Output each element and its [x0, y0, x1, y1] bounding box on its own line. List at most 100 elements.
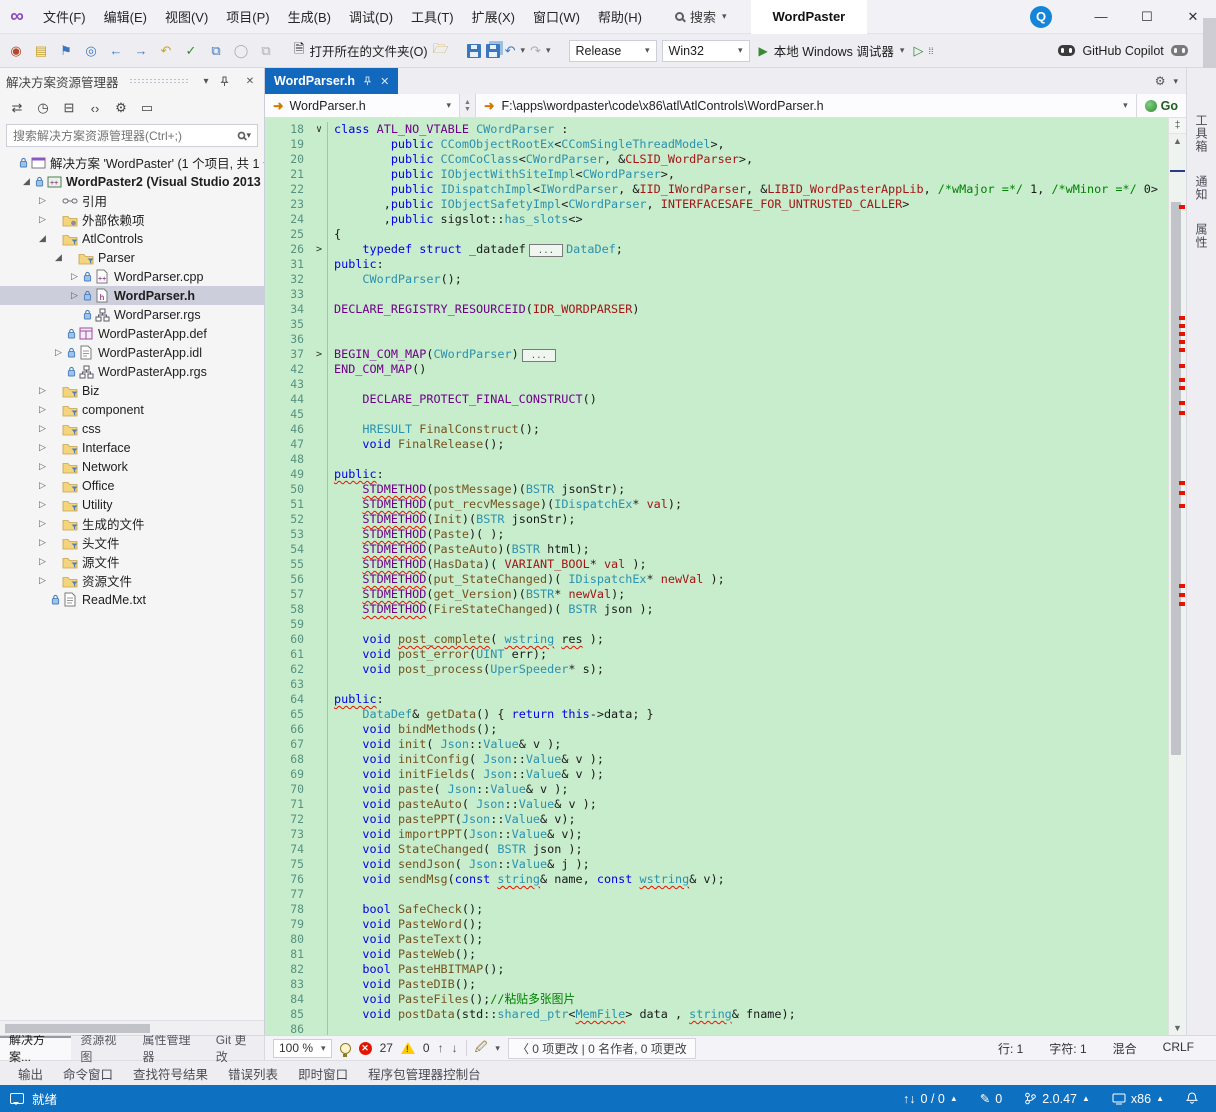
collapsed-arrow-icon[interactable]: ▷ [36, 480, 49, 491]
scrollbar-thumb[interactable] [1171, 202, 1181, 755]
platform-indicator[interactable]: x86 ▲ [1112, 1092, 1164, 1106]
redo-icon[interactable]: ↷ [530, 40, 541, 62]
properties-icon[interactable]: ⚙ [112, 100, 130, 116]
switch-views-icon[interactable]: ⇄ [8, 100, 26, 116]
code-editor[interactable]: 18∨class ATL_NO_VTABLE CWordParser :19 p… [265, 118, 1168, 1035]
code-cleanup-icon[interactable]: 🖉 [475, 1038, 488, 1059]
pin-icon[interactable] [363, 76, 372, 86]
nav-position-indicator[interactable]: ↑↓ 0 / 0 ▲ [903, 1092, 958, 1106]
error-mark[interactable] [1179, 602, 1185, 606]
menu-item-9[interactable]: 帮助(H) [589, 0, 651, 34]
disabled-pages-icon[interactable]: ⧉ [256, 40, 276, 62]
solution-platform-select[interactable]: Win32▾ [662, 40, 750, 62]
open-containing-folder-button[interactable]: 打开所在的文件夹(O) [309, 41, 427, 60]
panel-tab-3[interactable]: Git 更改 [207, 1036, 264, 1060]
error-mark[interactable] [1179, 491, 1185, 495]
tree-item-wordpaster2-visual-studio-2013-[interactable]: ◢++WordPaster2 (Visual Studio 2013 - [0, 172, 264, 191]
split-editor-handle[interactable]: ‡ [1169, 118, 1186, 134]
collapsed-arrow-icon[interactable]: ▷ [36, 499, 49, 510]
feedback-icon[interactable] [10, 1093, 24, 1104]
menu-item-0[interactable]: 文件(F) [34, 0, 95, 34]
scrollbar-thumb[interactable] [5, 1024, 150, 1033]
menu-item-5[interactable]: 调试(D) [340, 0, 402, 34]
menu-item-7[interactable]: 扩展(X) [463, 0, 524, 34]
solution-search-box[interactable]: ▾ [6, 124, 258, 147]
collapsed-region[interactable]: ... [522, 349, 556, 362]
tree-item--[interactable]: ▷生成的文件 [0, 514, 264, 533]
tree-item-wordparser.rgs[interactable]: WordParser.rgs [0, 305, 264, 324]
copy-document-icon[interactable]: ⧉ [206, 40, 226, 62]
collapsed-arrow-icon[interactable]: ▷ [68, 290, 81, 301]
fold-marker-icon[interactable]: ∨ [311, 122, 328, 137]
navigate-backward-icon[interactable]: ← [106, 40, 126, 62]
tree-item-readme.txt[interactable]: ReadMe.txt [0, 590, 264, 609]
close-tab-icon[interactable]: ✕ [380, 75, 389, 88]
tree-item-office[interactable]: ▷Office [0, 476, 264, 495]
notifications-button[interactable] [1186, 1092, 1198, 1105]
eol-indicator[interactable]: CRLF [1163, 1040, 1194, 1057]
tree-item-wordpasterapp.rgs[interactable]: WordPasterApp.rgs [0, 362, 264, 381]
find-in-files-icon[interactable]: ⚑ [56, 40, 76, 62]
tree-item-atlcontrols[interactable]: ◢AtlControls [0, 229, 264, 248]
bottom-tab-4[interactable]: 即时窗口 [290, 1060, 356, 1087]
pin-icon[interactable] [220, 76, 236, 87]
collapsed-arrow-icon[interactable]: ▷ [36, 385, 49, 396]
document-outline-icon[interactable]: ⚙ [1155, 74, 1166, 88]
char-indicator[interactable]: 字符: 1 [1049, 1040, 1086, 1057]
rail-tab-1[interactable]: 通知 [1193, 175, 1210, 201]
collapsed-arrow-icon[interactable]: ▷ [52, 347, 65, 358]
panel-tab-1[interactable]: 资源视图 [71, 1036, 133, 1060]
search-menu[interactable]: 搜索 ▾ [665, 7, 737, 26]
start-without-debugging-icon[interactable]: ▷ [913, 43, 923, 59]
tree-item-wordparser.cpp[interactable]: ▷++WordParser.cpp [0, 267, 264, 286]
tab-list-dropdown-icon[interactable]: ▾ [1173, 76, 1178, 87]
warning-count[interactable]: 0 [423, 1041, 430, 1055]
bottom-tab-1[interactable]: 命令窗口 [55, 1060, 121, 1087]
panel-tab-2[interactable]: 属性管理器 [134, 1036, 207, 1060]
menu-item-2[interactable]: 视图(V) [156, 0, 217, 34]
breadcrumb-path[interactable]: ➜ F:\apps\wordpaster\code\x86\atl\AtlCon… [476, 94, 1136, 117]
tree-item-utility[interactable]: ▷Utility [0, 495, 264, 514]
solution-configuration-select[interactable]: Release▾ [569, 40, 657, 62]
source-control-indicator[interactable]: 2.0.47 ▲ [1024, 1092, 1090, 1106]
open-folder-icon[interactable]: 🗁 [433, 40, 449, 62]
toolbar-overflow-icon[interactable]: ⁞⁞ [928, 46, 933, 56]
rail-tab-0[interactable]: 工具箱 [1193, 114, 1210, 153]
pending-changes-icon[interactable]: ◷ [34, 100, 52, 116]
bottom-tab-2[interactable]: 查找符号结果 [125, 1060, 216, 1087]
collapsed-arrow-icon[interactable]: ▷ [36, 537, 49, 548]
menu-item-4[interactable]: 生成(B) [279, 0, 340, 34]
panel-grip[interactable] [129, 78, 188, 84]
undo-dropdown-icon[interactable]: ▾ [521, 45, 526, 56]
tree-item-wordpasterapp.idl[interactable]: ▷WordPasterApp.idl [0, 343, 264, 362]
tree-item--wordpaster-1-1-[interactable]: 解决方案 'WordPaster' (1 个项目, 共 1 个) [0, 153, 264, 172]
undo-icon[interactable]: ↶ [505, 40, 516, 62]
extension-manager-icon[interactable]: ◉ [6, 40, 26, 62]
tree-item-wordparser.h[interactable]: ▷hWordParser.h [0, 286, 264, 305]
collapsed-arrow-icon[interactable]: ▷ [36, 442, 49, 453]
line-ending-mode[interactable]: 混合 [1113, 1040, 1137, 1057]
tree-item-wordpasterapp.def[interactable]: WordPasterApp.def [0, 324, 264, 343]
scroll-up-icon[interactable]: ▲ [1169, 136, 1186, 146]
collapsed-region[interactable]: ... [529, 244, 563, 257]
error-mark[interactable] [1179, 386, 1185, 390]
zoom-select[interactable]: 100 % ▾ [273, 1039, 332, 1058]
tree-item--[interactable]: ▷外部依赖项 [0, 210, 264, 229]
start-debugging-button[interactable]: ▶ 本地 Windows 调试器 ▾ [755, 41, 909, 60]
go-button[interactable]: Go [1136, 94, 1186, 117]
tree-item--[interactable]: ▷资源文件 [0, 571, 264, 590]
expanded-arrow-icon[interactable]: ◢ [36, 233, 49, 244]
error-mark[interactable] [1179, 378, 1185, 382]
menu-item-6[interactable]: 工具(T) [402, 0, 463, 34]
collapsed-arrow-icon[interactable]: ▷ [36, 518, 49, 529]
toggle-bookmark-icon[interactable]: ↶ [156, 40, 176, 62]
tree-item-css[interactable]: ▷css [0, 419, 264, 438]
menu-item-1[interactable]: 编辑(E) [95, 0, 156, 34]
collapsed-arrow-icon[interactable]: ▷ [36, 214, 49, 225]
fold-marker-icon[interactable]: > [311, 242, 328, 257]
save-all-icon[interactable] [486, 40, 500, 62]
menu-item-3[interactable]: 项目(P) [217, 0, 278, 34]
tab-wordparser-h[interactable]: WordParser.h ✕ [265, 68, 398, 94]
tree-item-parser[interactable]: ◢Parser [0, 248, 264, 267]
error-mark[interactable] [1179, 332, 1185, 336]
